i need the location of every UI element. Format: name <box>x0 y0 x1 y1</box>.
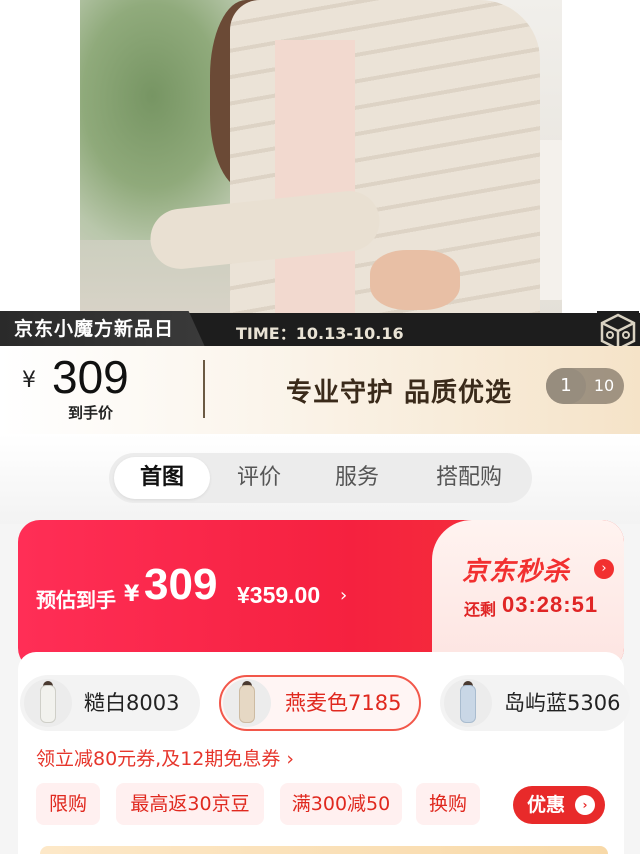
variant-label: 糙白8003 <box>84 691 180 715</box>
gallery-current-index: 1 <box>546 368 586 404</box>
variant-option[interactable]: 岛屿蓝5306 <box>440 675 630 731</box>
chevron-right-icon: › <box>340 585 348 606</box>
gallery-total-count: 10 <box>593 376 615 395</box>
tab-reviews[interactable]: 评价 <box>214 453 304 503</box>
promo-time: TIME：10.13-10.16 <box>236 324 404 343</box>
coupon-link[interactable]: 领立减80元券,及12期免息券 › <box>36 744 294 771</box>
promo-slogan: 专业守护 品质优选 <box>286 378 513 408</box>
variant-thumbnail <box>444 679 492 727</box>
tag-purchase-limit: 限购 <box>36 783 100 825</box>
promo-price: 309 <box>52 351 129 403</box>
discount-button-label: 优惠 <box>527 794 566 816</box>
discount-button[interactable]: 优惠 › <box>513 786 605 824</box>
estimated-price-label: 预估到手 <box>36 588 116 612</box>
divider <box>203 360 205 418</box>
tag-trade-in: 换购 <box>416 783 480 825</box>
variant-label: 燕麦色7185 <box>285 691 402 715</box>
variant-thumbnail <box>24 679 72 727</box>
promo-price-label: 到手价 <box>68 404 114 422</box>
chevron-right-icon[interactable]: › <box>594 559 614 579</box>
estimated-price-currency: ¥ <box>124 582 140 607</box>
next-section-edge <box>40 846 608 854</box>
remaining-time-label: 还剩 <box>464 600 497 619</box>
countdown-timer: 03:28:51 <box>502 592 599 617</box>
tab-bundle[interactable]: 搭配购 <box>414 453 524 503</box>
variant-option[interactable]: 糙白8003 <box>20 675 200 731</box>
flash-sale-title[interactable]: 京东秒杀 <box>462 551 570 588</box>
variant-option-selected[interactable]: 燕麦色7185 <box>219 675 421 731</box>
tab-bar: 首图 评价 服务 搭配购 <box>109 453 532 503</box>
chevron-right-icon: › <box>575 795 595 815</box>
tag-jd-beans: 最高返30京豆 <box>116 783 264 825</box>
original-price[interactable]: ¥359.00 <box>237 582 320 609</box>
promo-event-name: 京东小魔方新品日 <box>14 318 175 340</box>
variant-label: 岛屿蓝5306 <box>504 691 621 715</box>
tab-service[interactable]: 服务 <box>312 453 402 503</box>
product-image[interactable] <box>0 0 640 320</box>
gallery-pager: 1 10 <box>546 368 624 404</box>
variant-thumbnail <box>223 679 271 727</box>
tag-full-reduction: 满300减50 <box>280 783 402 825</box>
estimated-price: 309 <box>144 560 218 609</box>
tab-main-image[interactable]: 首图 <box>114 457 210 499</box>
promo-currency: ¥ <box>22 368 36 393</box>
product-photo <box>80 0 562 320</box>
